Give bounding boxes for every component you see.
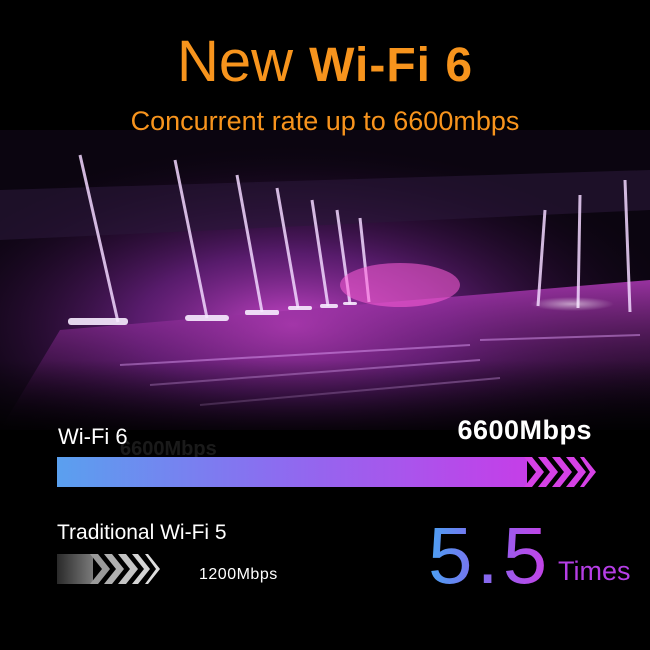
wifi5-speed: 1200Mbps: [199, 566, 278, 583]
headline: New Wi-Fi 6: [0, 28, 650, 100]
multiplier-unit: Times: [558, 556, 631, 586]
headline-lead: New: [176, 29, 293, 94]
wifi6-speed-bar: [57, 457, 527, 487]
wifi6-speed: 6600Mbps: [457, 415, 592, 445]
wifi6-arrow-chevrons-icon: [524, 457, 596, 487]
wifi6-promo-poster: New Wi-Fi 6 Concurrent rate up to 6600mb…: [0, 0, 650, 650]
wifi5-label: Traditional Wi-Fi 5: [57, 521, 227, 544]
wifi6-label: Wi-Fi 6: [58, 424, 128, 449]
wifi5-speed-bar: [57, 554, 93, 584]
subheadline: Concurrent rate up to 6600mbps: [130, 106, 520, 136]
background-fade: [0, 360, 650, 650]
wifi5-arrow-chevrons-icon: [90, 554, 160, 584]
speed-multiplier: 5.5: [428, 511, 552, 600]
headline-product: Wi-Fi 6: [309, 39, 474, 92]
